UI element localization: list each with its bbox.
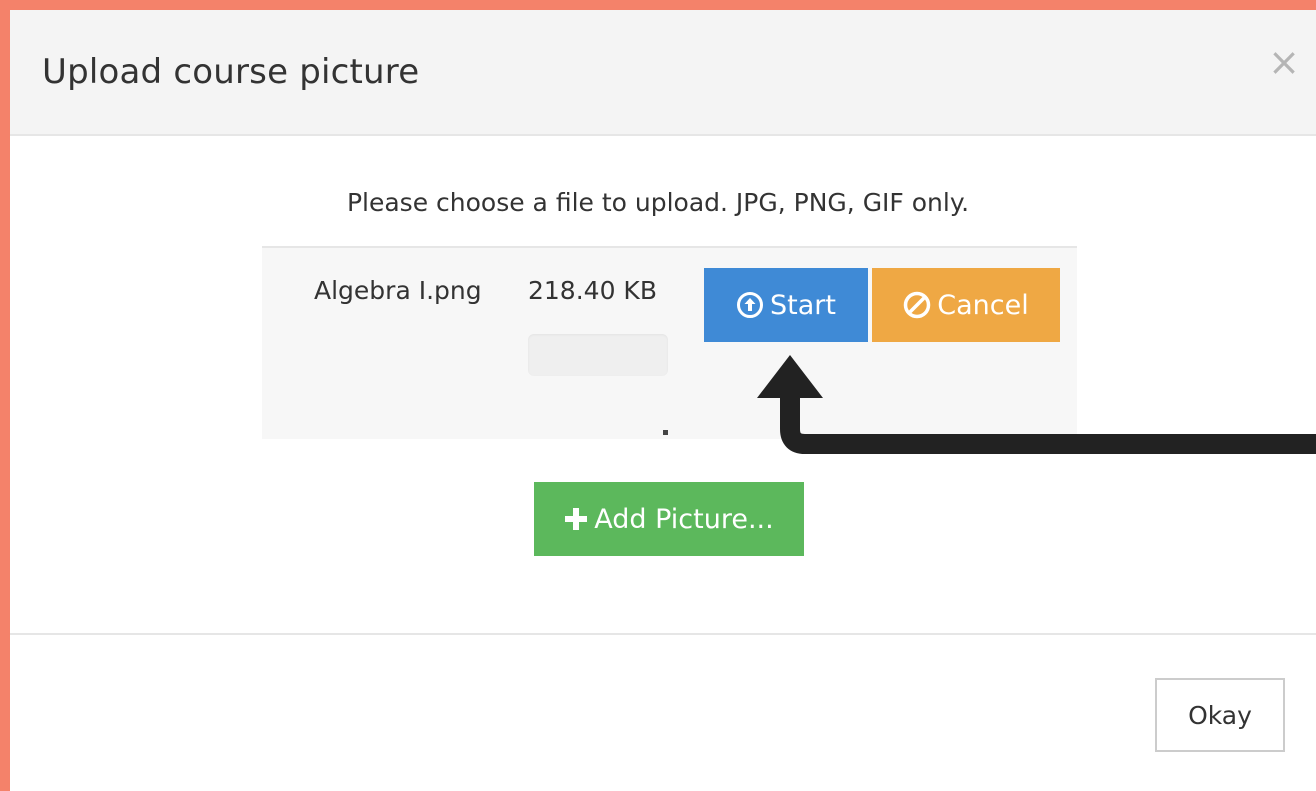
add-picture-button[interactable]: Add Picture... [534, 482, 804, 556]
start-upload-button[interactable]: Start [704, 268, 868, 342]
close-icon[interactable]: × [1266, 43, 1302, 81]
upload-instructions: Please choose a file to upload. JPG, PNG… [346, 188, 970, 217]
cancel-upload-button[interactable]: Cancel [872, 268, 1060, 342]
ban-icon [903, 291, 931, 319]
start-button-label: Start [770, 289, 836, 321]
separator-dot [663, 430, 668, 435]
file-size: 218.40 KB [528, 276, 657, 305]
file-name: Algebra I.png [314, 276, 482, 305]
okay-button[interactable]: Okay [1155, 678, 1285, 752]
upload-progress-bar [528, 334, 668, 376]
plus-icon [564, 507, 588, 531]
modal-title: Upload course picture [42, 52, 420, 92]
footer-divider [10, 633, 1316, 635]
add-picture-label: Add Picture... [594, 503, 774, 535]
cancel-button-label: Cancel [937, 289, 1029, 321]
upload-modal: Upload course picture × Please choose a … [10, 10, 1316, 791]
modal-header: Upload course picture × [10, 10, 1316, 136]
upload-file-row: Algebra I.png 218.40 KB Start Cancel [262, 246, 1077, 439]
upload-circle-icon [736, 291, 764, 319]
